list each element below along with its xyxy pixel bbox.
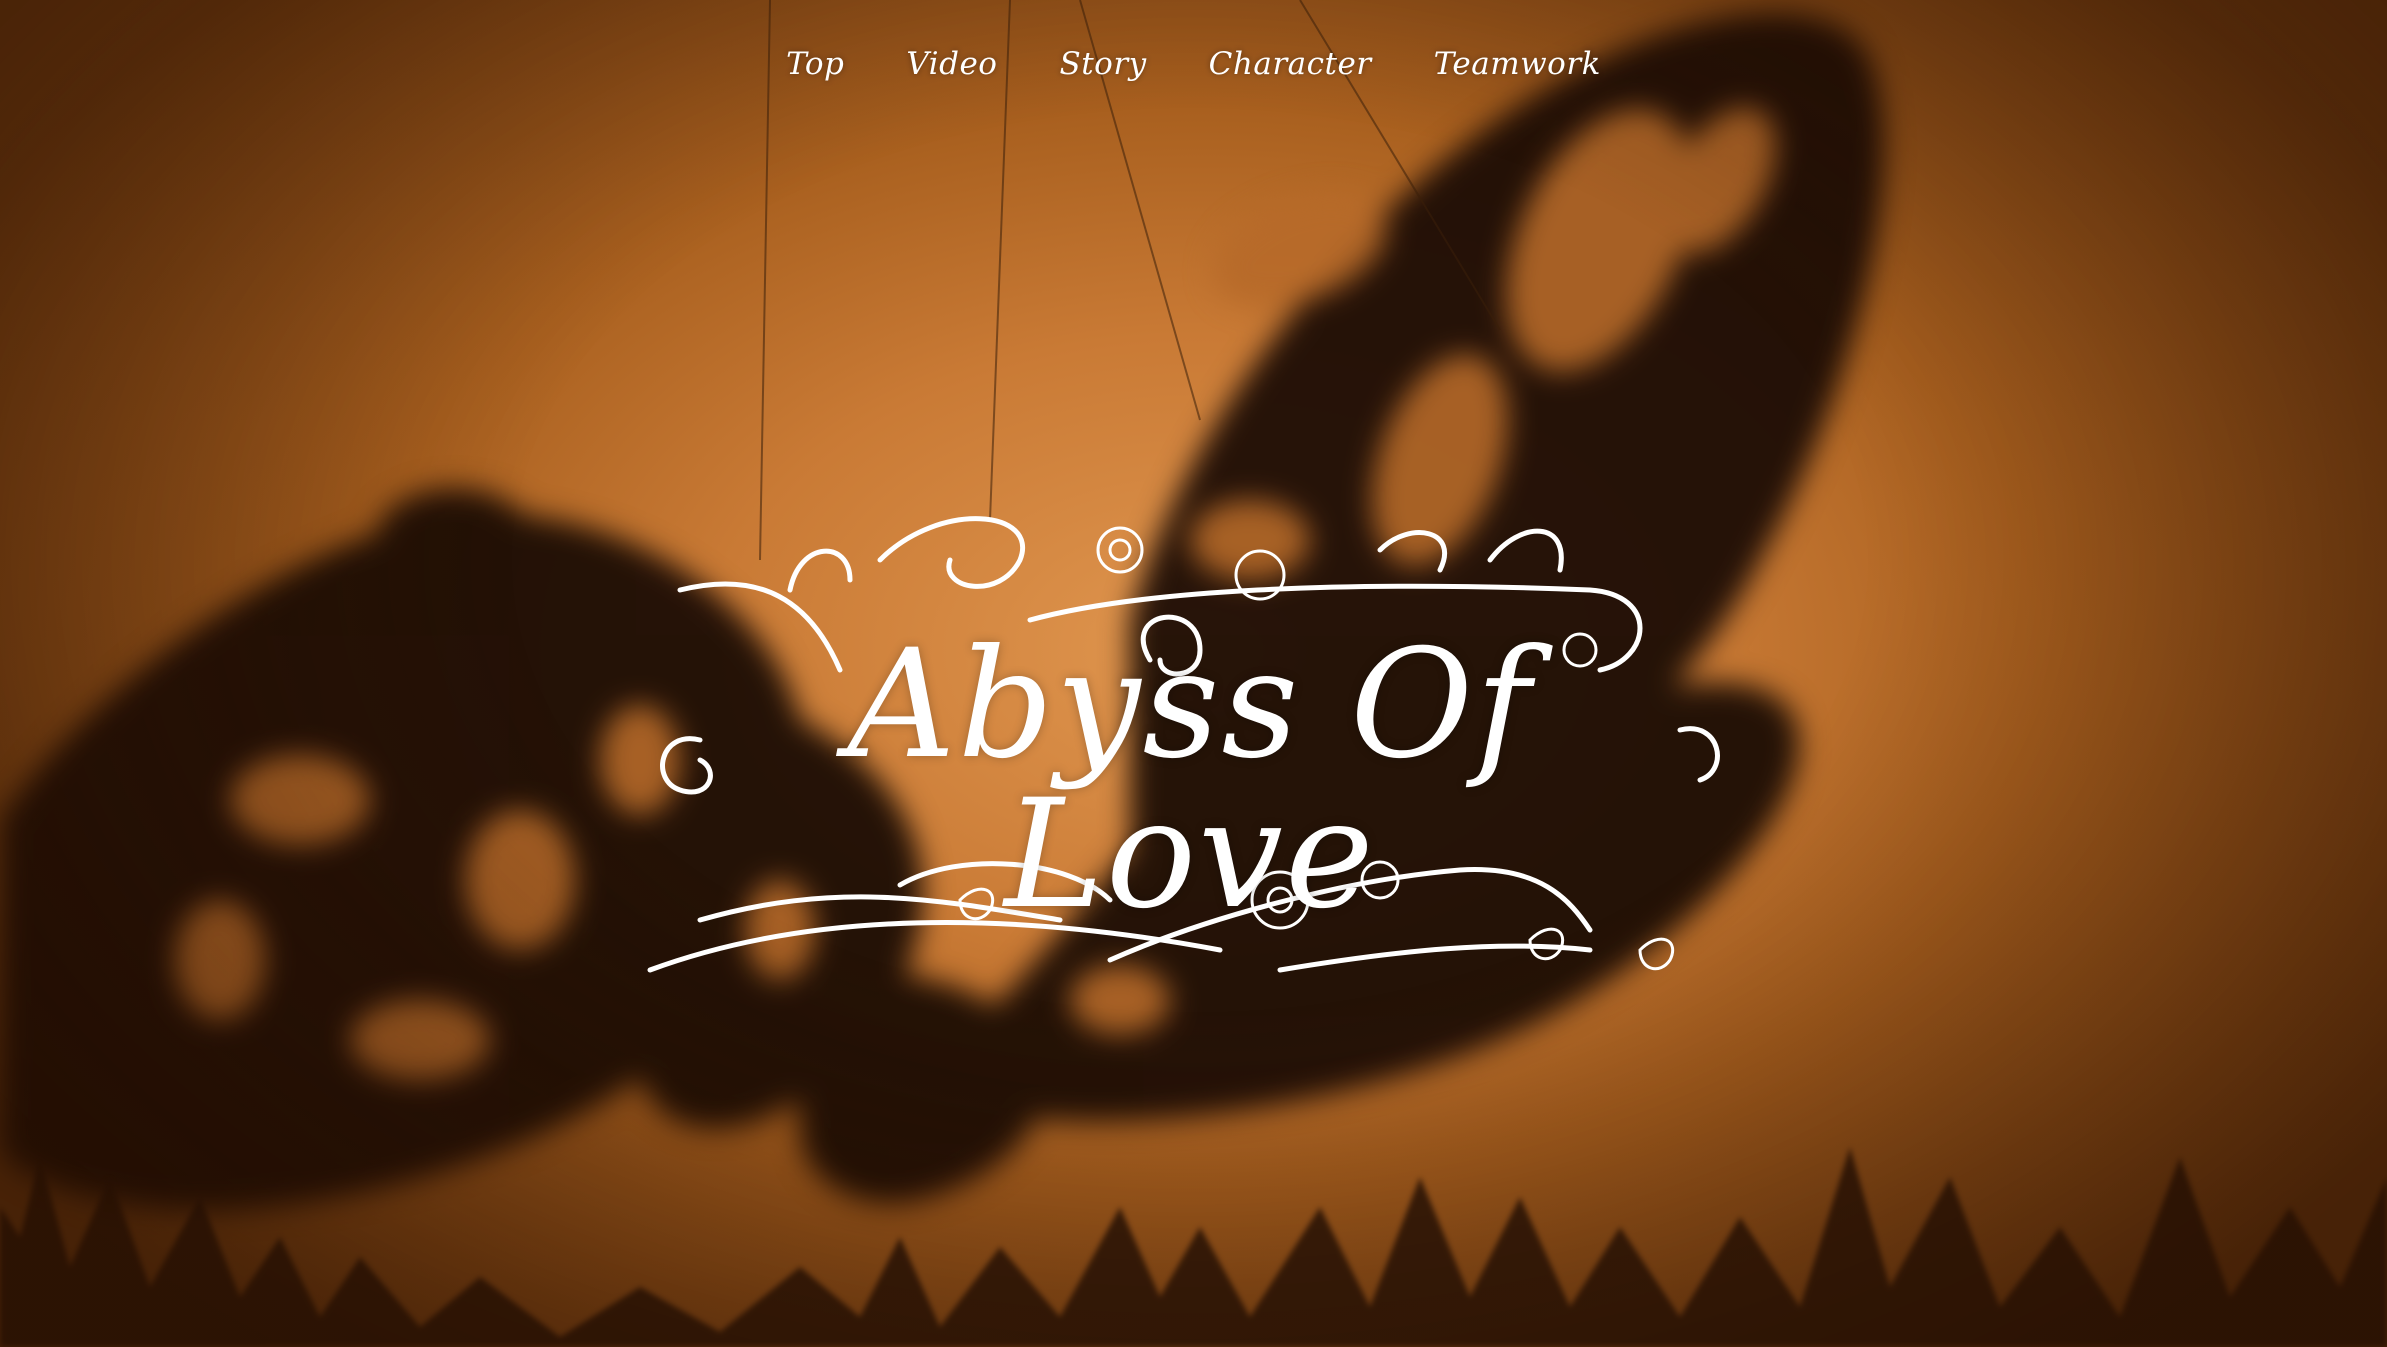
top-navigation: Top Video Story Character Teamwork xyxy=(0,46,2387,82)
nav-link-story[interactable]: Story xyxy=(1059,46,1146,82)
hero-section: Top Video Story Character Teamwork Abyss… xyxy=(0,0,2387,1347)
logo-title-text: Abyss Of Love xyxy=(847,618,1533,942)
grass-silhouette xyxy=(0,1147,2387,1347)
nav-link-character[interactable]: Character xyxy=(1209,46,1372,82)
nav-link-top[interactable]: Top xyxy=(786,46,844,82)
nav-link-teamwork[interactable]: Teamwork xyxy=(1434,46,1601,82)
site-logo: Abyss Of Love xyxy=(640,480,1740,1000)
nav-link-video[interactable]: Video xyxy=(906,46,997,82)
